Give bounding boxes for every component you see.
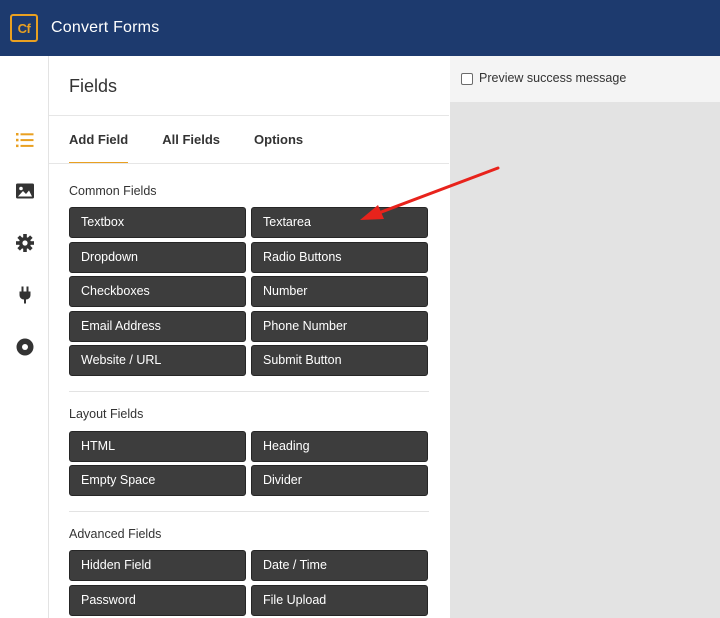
divider: [49, 163, 449, 164]
section-title-advanced-fields: Advanced Fields: [69, 527, 162, 541]
section-title-layout-fields: Layout Fields: [69, 407, 144, 421]
preview-toolbar: Preview success message: [450, 56, 720, 102]
add-radio-buttons-button[interactable]: Radio Buttons: [251, 242, 428, 273]
section-title-common-fields: Common Fields: [69, 184, 157, 198]
add-html-button[interactable]: HTML: [69, 431, 246, 462]
add-divider-button[interactable]: Divider: [251, 465, 428, 496]
panel-title: Fields: [69, 76, 118, 96]
preview-success-label[interactable]: Preview success message: [479, 71, 626, 85]
preview-success-checkbox[interactable]: [461, 73, 473, 85]
tab-add-field[interactable]: Add Field: [69, 116, 129, 164]
add-password-button[interactable]: Password: [69, 585, 246, 616]
tab-all-fields[interactable]: All Fields: [162, 116, 220, 163]
icon-sidebar: [0, 56, 49, 618]
section-divider: [69, 391, 429, 392]
add-phone-number-button[interactable]: Phone Number: [251, 311, 428, 342]
tab-options[interactable]: Options: [254, 116, 303, 163]
circle-dot-icon[interactable]: [14, 336, 36, 358]
section-divider: [69, 511, 429, 512]
add-textbox-button[interactable]: Textbox: [69, 207, 246, 238]
add-dropdown-button[interactable]: Dropdown: [69, 242, 246, 273]
add-email-address-button[interactable]: Email Address: [69, 311, 246, 342]
convert-forms-logo: Cf: [10, 14, 38, 42]
add-empty-space-button[interactable]: Empty Space: [69, 465, 246, 496]
gear-icon[interactable]: [14, 232, 36, 254]
fields-panel: Fields Add Field All Fields Options Comm…: [49, 56, 449, 618]
add-date-time-button[interactable]: Date / Time: [251, 550, 428, 581]
add-file-upload-button[interactable]: File Upload: [251, 585, 428, 616]
add-textarea-button[interactable]: Textarea: [251, 207, 428, 238]
add-checkboxes-button[interactable]: Checkboxes: [69, 276, 246, 307]
form-preview-area: Preview success message: [450, 56, 720, 618]
add-hidden-field-button[interactable]: Hidden Field: [69, 550, 246, 581]
tab-bar: Add Field All Fields Options: [69, 116, 337, 164]
fields-list-icon[interactable]: [14, 129, 36, 151]
add-number-button[interactable]: Number: [251, 276, 428, 307]
top-bar: Cf Convert Forms: [0, 0, 720, 56]
add-heading-button[interactable]: Heading: [251, 431, 428, 462]
add-submit-button-button[interactable]: Submit Button: [251, 345, 428, 376]
add-website-url-button[interactable]: Website / URL: [69, 345, 246, 376]
image-icon[interactable]: [14, 180, 36, 202]
plug-icon[interactable]: [14, 284, 36, 306]
app-title: Convert Forms: [51, 19, 160, 36]
